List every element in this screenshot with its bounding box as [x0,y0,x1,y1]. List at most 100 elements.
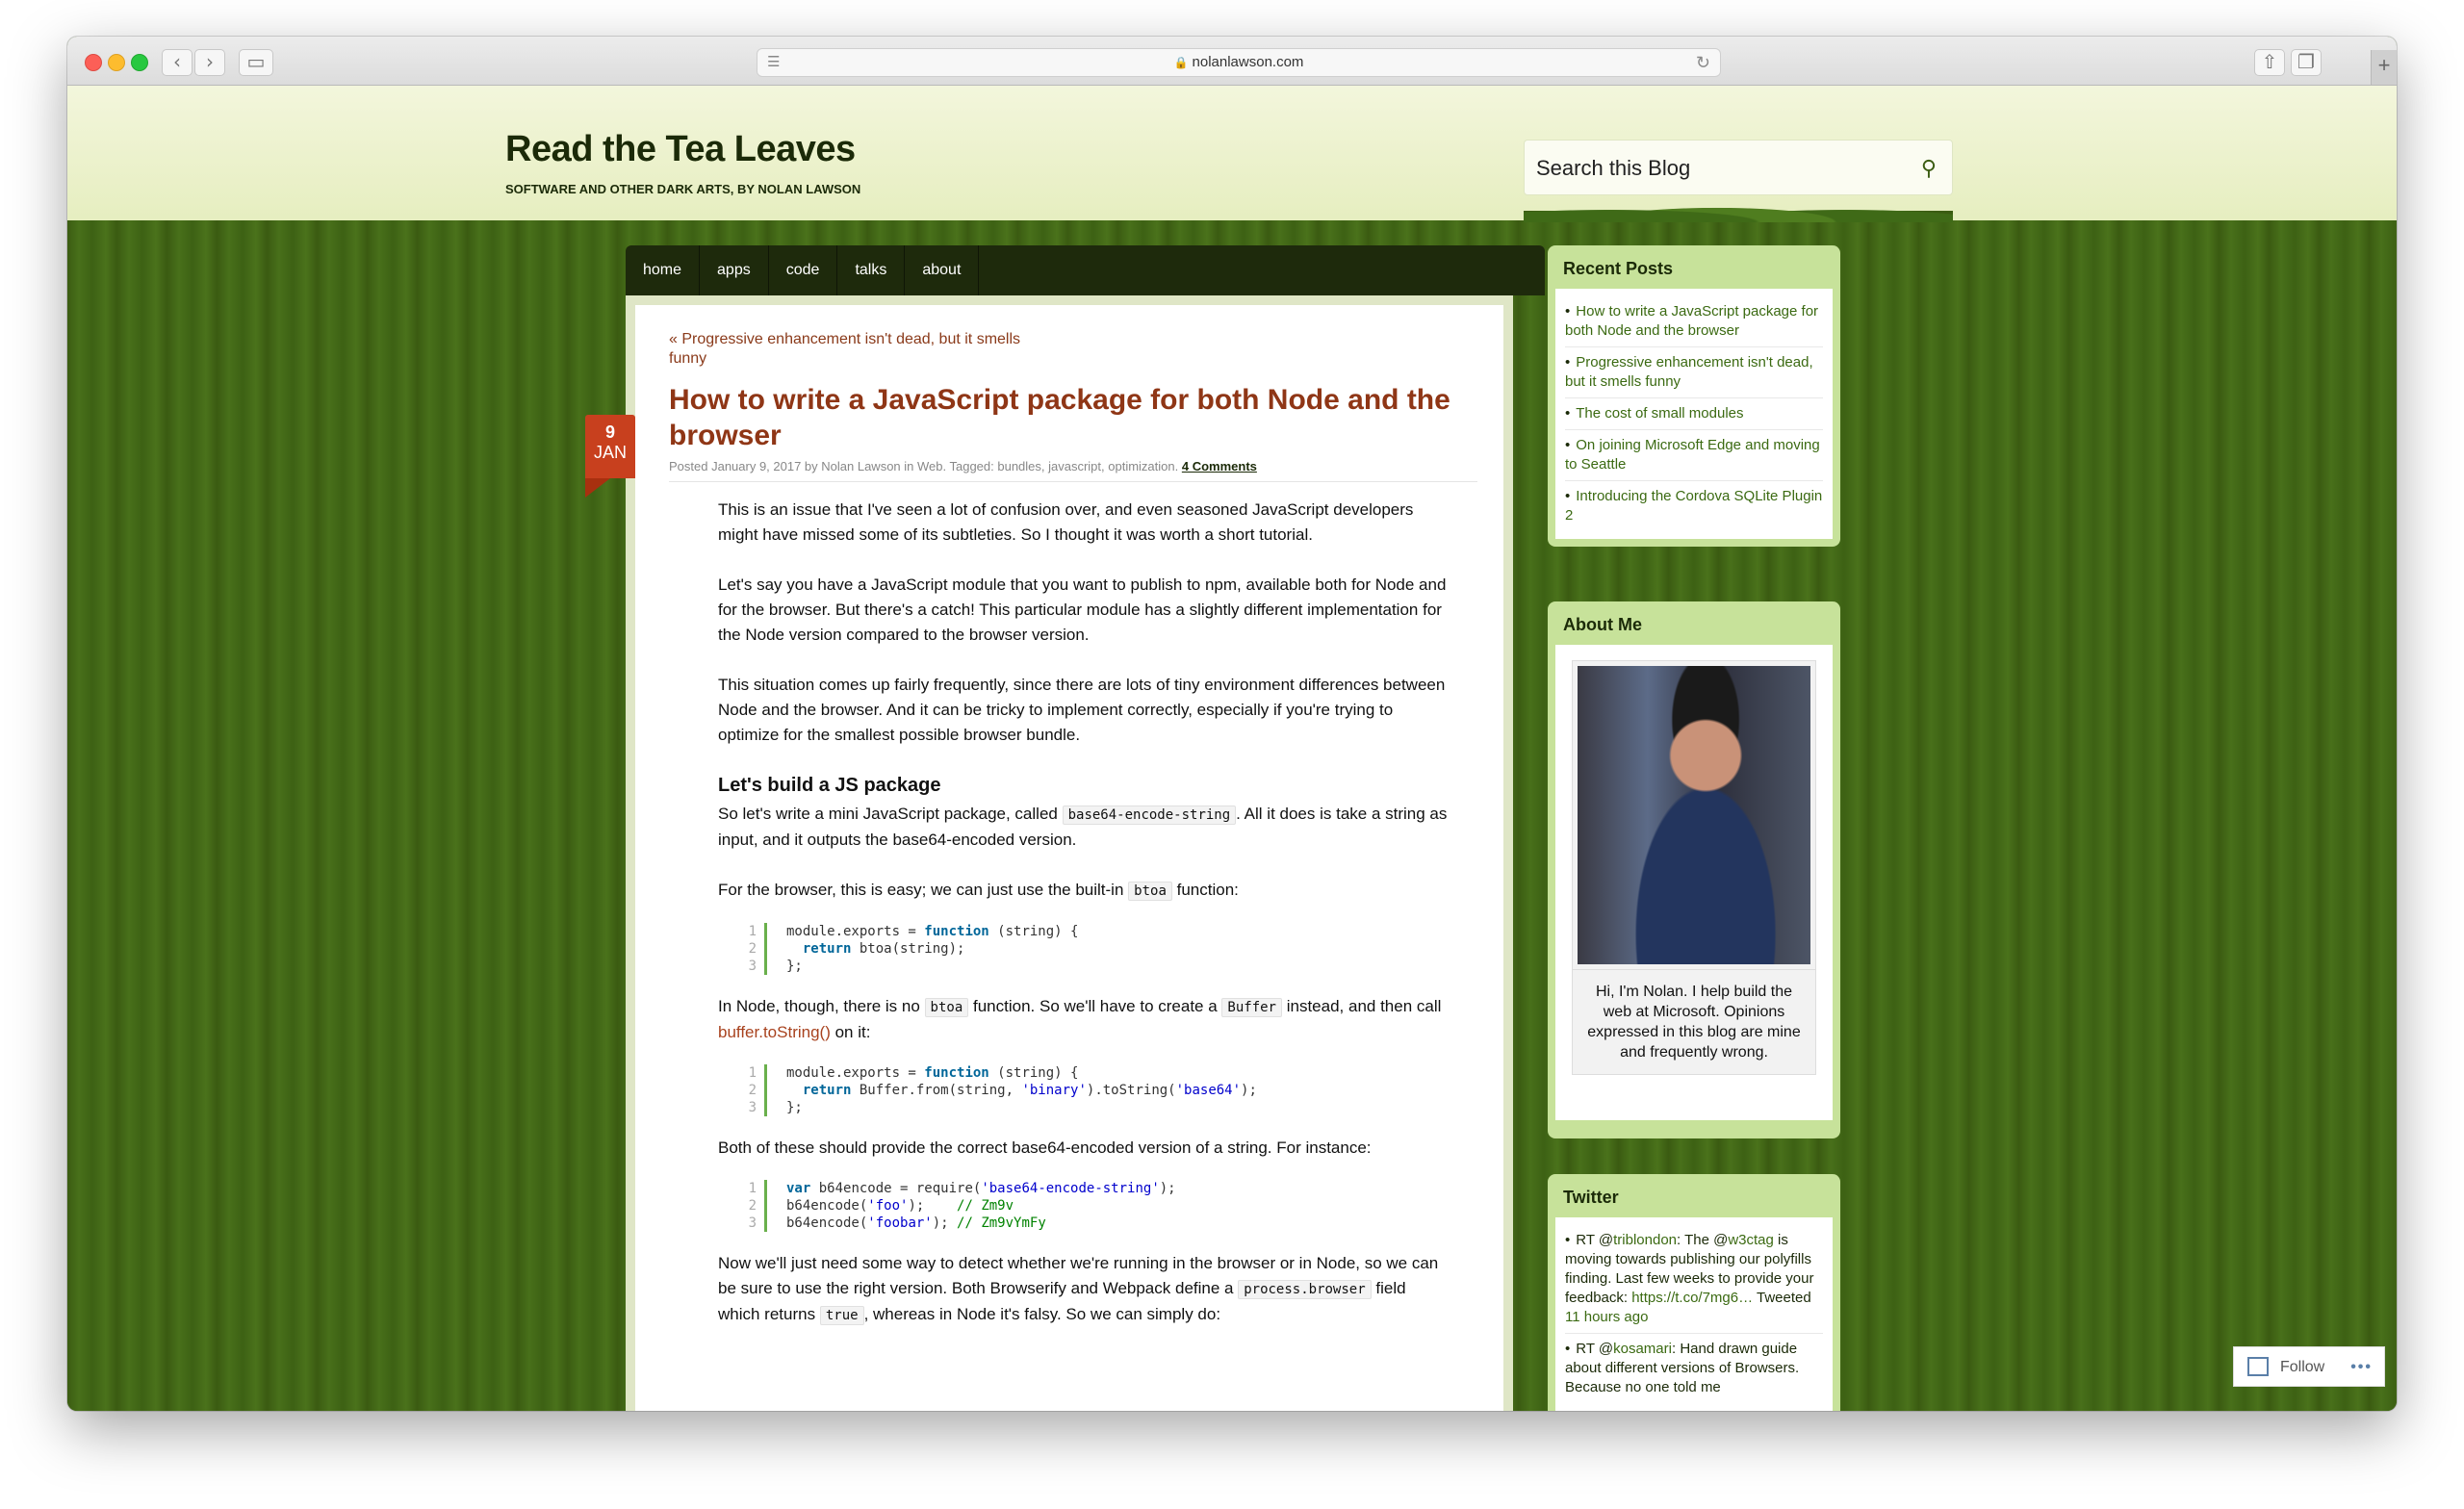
grass-decoration [1524,193,1953,222]
widget-title: About Me [1563,615,1642,634]
more-options-icon[interactable]: ••• [2350,1347,2373,1388]
tweet-item: • RT @triblondon: The @w3ctag is moving t… [1565,1225,1823,1334]
author-photo [1572,660,1816,970]
main-nav: home apps code talks about [626,245,1545,295]
content-frame: « Progressive enhancement isn't dead, bu… [626,295,1513,1411]
text: function: [1176,881,1239,899]
new-tab-button[interactable]: + [2371,50,2397,85]
line-numbers: 1 2 3 [728,1180,767,1232]
about-caption: Hi, I'm Nolan. I help build the web at M… [1572,970,1816,1075]
forward-button[interactable]: › [194,49,225,76]
follow-icon [2247,1357,2269,1376]
buffer-tostring-link[interactable]: buffer.toString() [718,1023,831,1041]
sidebar-toggle-icon[interactable]: ▭ [239,49,273,76]
text: function. So we'll have to create a [973,997,1218,1015]
nav-about[interactable]: about [905,245,980,295]
text: For the browser, this is easy; we can ju… [718,881,1124,899]
paragraph: So let's write a mini JavaScript package… [718,802,1450,853]
line-numbers: 1 2 3 [728,923,767,975]
text: instead, and then call [1286,997,1442,1015]
nav-apps[interactable]: apps [700,245,769,295]
text: In Node, though, there is no [718,997,920,1015]
code-lines: module.exports = function (string) { ret… [786,1065,1257,1115]
widget-body: Hi, I'm Nolan. I help build the web at M… [1555,645,1833,1120]
comments-link[interactable]: 4 Comments [1182,459,1257,473]
date-month: JAN [593,443,627,462]
about-me-widget: About Me Hi, I'm Nolan. I help build the… [1548,601,1840,1138]
post-meta-text: Posted January 9, 2017 by Nolan Lawson i… [669,459,1179,473]
tweet-url-link[interactable]: https://t.co/7mg6… [1631,1290,1753,1306]
text: , whereas in Node it's falsy. So we can … [863,1305,1221,1323]
url-text: nolanlawson.com [1192,54,1304,70]
recent-post-item[interactable]: • Progressive enhancement isn't dead, but… [1565,347,1823,398]
tweet-item: • RT @kosamari: Hand drawn guide about di… [1565,1341,1800,1395]
tweet-user-link[interactable]: kosamari [1613,1341,1672,1357]
page-viewport: Read the Tea Leaves SOFTWARE AND OTHER D… [67,86,2397,1411]
tweet-user-link[interactable]: triblondon [1613,1232,1677,1248]
site-header [67,86,2397,220]
search-icon[interactable]: ⚲ [1921,141,1937,196]
text: So let's write a mini JavaScript package… [718,805,1058,823]
post-date-badge: 9 JAN [585,415,635,498]
code-lines: var b64encode = require('base64-encode-s… [786,1181,1176,1231]
recent-post-item[interactable]: • The cost of small modules [1565,398,1823,430]
section-heading: Let's build a JS package [718,775,941,796]
paragraph: For the browser, this is easy; we can ju… [718,878,1450,904]
post-content: « Progressive enhancement isn't dead, bu… [635,305,1503,1411]
text: on it: [834,1023,871,1041]
tweet-time-link[interactable]: 11 hours ago [1565,1308,1823,1327]
search-input[interactable]: Search this Blog ⚲ [1524,140,1953,195]
widget-body: • RT @triblondon: The @w3ctag is moving t… [1555,1217,1833,1411]
post-title[interactable]: How to write a JavaScript package for bo… [669,382,1458,453]
recent-posts-widget: Recent Posts • How to write a JavaScript … [1548,245,1840,547]
paragraph: Let's say you have a JavaScript module t… [718,575,1447,644]
widget-title: Twitter [1563,1188,1619,1207]
site-title[interactable]: Read the Tea Leaves [505,129,856,170]
nav-home[interactable]: home [626,245,701,295]
widget-body: • How to write a JavaScript package for b… [1555,289,1833,539]
follow-button[interactable]: Follow ••• [2233,1346,2385,1387]
site-description: SOFTWARE AND OTHER DARK ARTS, BY NOLAN L… [505,182,861,196]
share-icon[interactable]: ⇧ [2254,49,2285,76]
tweet-mention-link[interactable]: w3ctag [1728,1232,1774,1248]
paragraph: Now we'll just need some way to detect w… [718,1251,1450,1328]
inline-code: true [819,1306,864,1325]
back-button[interactable]: ‹ [162,49,192,76]
address-bar[interactable]: ☰ 🔒 nolanlawson.com ↻ [757,48,1721,77]
recent-post-item[interactable]: • How to write a JavaScript package for b… [1565,296,1823,347]
nav-code[interactable]: code [769,245,838,295]
lock-icon: 🔒 [1173,56,1189,69]
code-block: 1 2 3 module.exports = function (string)… [728,923,1450,975]
browser-window: ‹ › ▭ ☰ 🔒 nolanlawson.com ↻ ⇧ ❐ + Read th… [67,37,2397,1411]
recent-post-item[interactable]: • Introducing the Cordova SQLite Plugin 2 [1565,481,1823,531]
reader-icon[interactable]: ☰ [767,49,780,76]
zoom-window-button[interactable] [131,54,148,71]
paragraph: Both of these should provide the correct… [718,1138,1372,1157]
search-placeholder: Search this Blog [1536,156,1691,180]
paragraph: In Node, though, there is no btoa functi… [718,994,1450,1045]
date-day: 9 [604,422,615,442]
inline-code: Buffer [1221,998,1282,1017]
recent-post-item[interactable]: • On joining Microsoft Edge and moving to… [1565,430,1823,481]
post-meta: Posted January 9, 2017 by Nolan Lawson i… [669,459,1477,473]
paragraph: This is an issue that I've seen a lot of… [718,500,1414,544]
line-numbers: 1 2 3 [728,1064,767,1116]
minimize-window-button[interactable] [108,54,125,71]
divider [669,481,1477,482]
widget-title: Recent Posts [1563,259,1674,278]
code-block: 1 2 3 var b64encode = require('base64-en… [728,1180,1450,1232]
ribbon-tail [585,478,635,498]
tabs-icon[interactable]: ❐ [2291,49,2322,76]
previous-post-link[interactable]: « Progressive enhancement isn't dead, bu… [669,330,1035,369]
follow-label: Follow [2280,1359,2325,1375]
browser-toolbar: ‹ › ▭ ☰ 🔒 nolanlawson.com ↻ ⇧ ❐ + [67,37,2397,86]
code-block: 1 2 3 module.exports = function (string)… [728,1064,1450,1116]
reload-icon[interactable]: ↻ [1696,49,1710,76]
nav-talks[interactable]: talks [837,245,906,295]
paragraph: This situation comes up fairly frequentl… [718,676,1446,744]
inline-code: process.browser [1238,1280,1372,1299]
close-window-button[interactable] [85,54,102,71]
inline-code: btoa [924,998,969,1017]
twitter-widget: Twitter • RT @triblondon: The @w3ctag is … [1548,1174,1840,1411]
code-lines: module.exports = function (string) { ret… [786,924,1079,974]
